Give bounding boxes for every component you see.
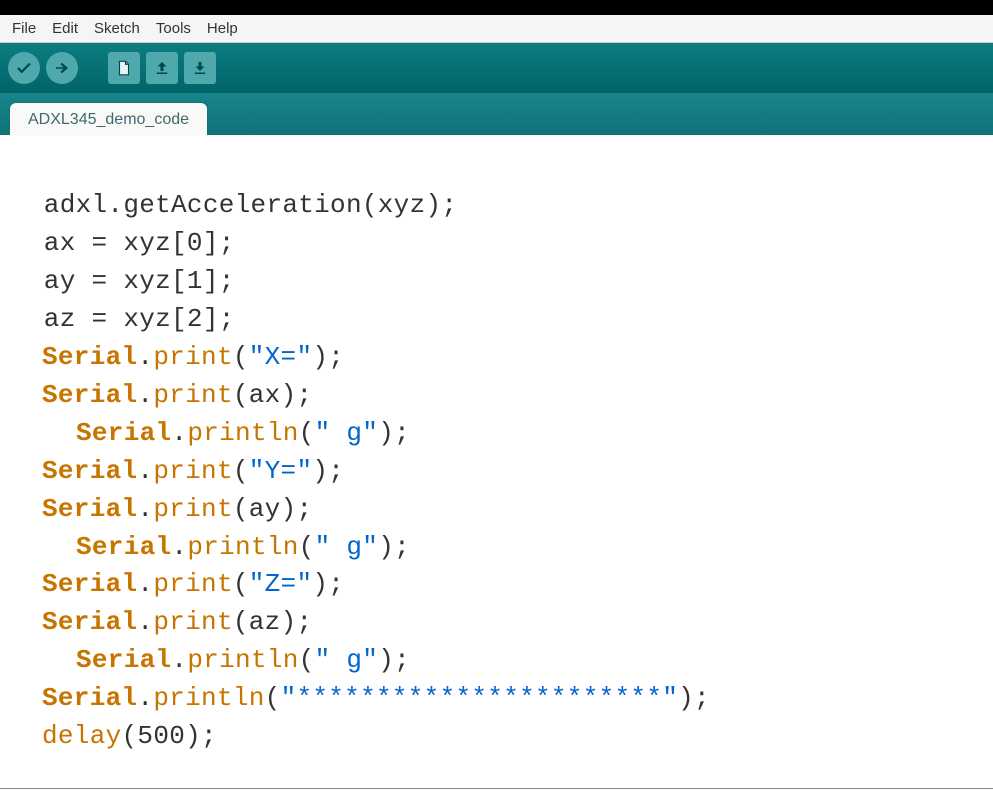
code-line: Serial.print(ax); [12,377,312,415]
menu-sketch[interactable]: Sketch [86,16,148,41]
toolbar [0,43,993,93]
save-sketch-button[interactable] [184,52,216,84]
arrow-up-icon [153,59,171,77]
new-sketch-button[interactable] [108,52,140,84]
code-line: Serial.print("Z="); [12,566,344,604]
menu-bar: File Edit Sketch Tools Help [0,15,993,43]
menu-tools[interactable]: Tools [148,16,199,41]
verify-button[interactable] [8,52,40,84]
arrow-down-icon [191,59,209,77]
menu-file[interactable]: File [4,16,44,41]
arrow-right-icon [53,59,71,77]
code-line: ay = xyz[1]; [12,266,235,296]
code-line: Serial.print(az); [12,604,312,642]
title-bar-black [0,0,993,15]
tab-strip: ADXL345_demo_code [0,93,993,135]
code-line: Serial.print("Y="); [12,453,344,491]
code-line: Serial.println(" g"); [12,642,410,680]
code-line: adxl.getAcceleration(xyz); [12,190,457,220]
code-editor[interactable]: adxl.getAcceleration(xyz); ax = xyz[0]; … [0,135,993,789]
menu-edit[interactable]: Edit [44,16,86,41]
check-icon [15,59,33,77]
file-icon [115,59,133,77]
code-line: Serial.print(ay); [12,491,312,529]
upload-button[interactable] [46,52,78,84]
sketch-tab[interactable]: ADXL345_demo_code [10,103,207,135]
open-sketch-button[interactable] [146,52,178,84]
code-line: Serial.print("X="); [12,339,344,377]
code-line: Serial.println("***********************"… [12,680,710,718]
code-line: Serial.println(" g"); [12,415,410,453]
code-line: Serial.println(" g"); [12,529,410,567]
code-line: ax = xyz[0]; [12,228,235,258]
menu-help[interactable]: Help [199,16,246,41]
code-line: az = xyz[2]; [12,304,235,334]
code-line: delay(500); [12,718,217,756]
